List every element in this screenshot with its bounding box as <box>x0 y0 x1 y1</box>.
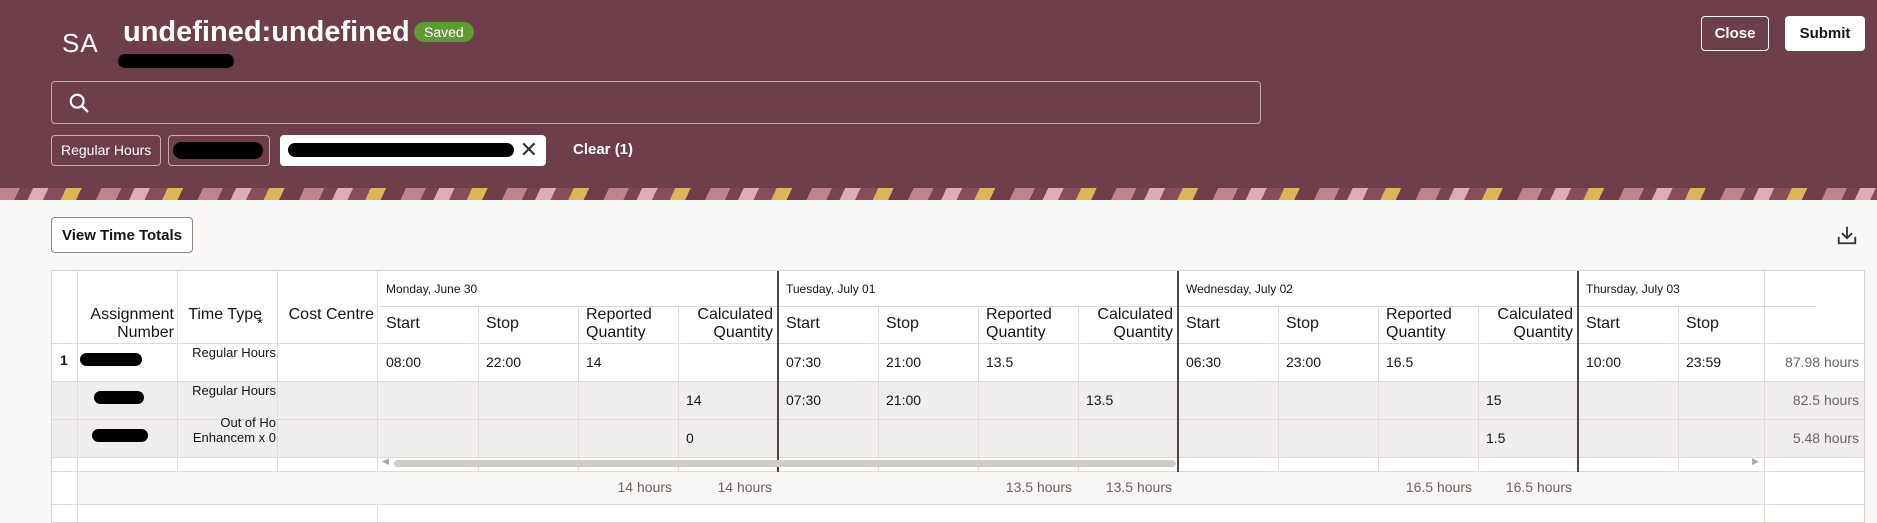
total-reported: 13.5 hours <box>1005 479 1072 495</box>
row-total: 82.5 hours <box>1792 392 1859 408</box>
calculated-cell: 0 <box>686 430 694 446</box>
col-header-calculated: Calculated Quantity <box>1497 306 1573 341</box>
col-header-calculated: Calculated Quantity <box>1097 306 1173 341</box>
scroll-right-arrow[interactable]: ▶ <box>1752 456 1759 467</box>
redacted-assignment <box>94 391 144 404</box>
col-header-start: Start <box>1586 315 1620 332</box>
scroll-left-arrow[interactable]: ◀ <box>382 456 389 467</box>
col-header-start: Start <box>1186 315 1220 332</box>
page-header: SA undefined:undefined Saved Close Submi… <box>0 0 1877 200</box>
search-icon <box>69 93 89 113</box>
col-header-assignment: Assignment Number <box>90 306 174 341</box>
stop-cell[interactable]: 21:00 <box>886 354 921 370</box>
total-calculated: 16.5 hours <box>1505 479 1572 495</box>
clear-filters-link[interactable]: Clear (1) <box>573 141 633 158</box>
calculated-cell: 14 <box>686 392 702 408</box>
row-number: 1 <box>60 352 68 368</box>
close-button[interactable]: Close <box>1701 16 1769 51</box>
col-header-stop: Stop <box>1286 315 1319 332</box>
total-calculated: 14 hours <box>717 479 772 495</box>
start-cell[interactable]: 08:00 <box>386 354 421 370</box>
stop-cell[interactable]: 21:00 <box>886 392 921 408</box>
col-header-start: Start <box>386 315 420 332</box>
submit-button[interactable]: Submit <box>1785 16 1865 51</box>
redacted-subtitle <box>118 54 234 68</box>
required-indicator: * <box>257 315 263 332</box>
stop-cell[interactable]: 23:59 <box>1686 354 1721 370</box>
col-header-time-type: Time Type <box>188 306 262 323</box>
day-header-thu: Thursday, July 03 <box>1586 282 1680 296</box>
page-title: undefined:undefined <box>123 16 410 48</box>
view-time-totals-button[interactable]: View Time Totals <box>51 217 193 253</box>
row-total: 87.98 hours <box>1785 354 1859 370</box>
filter-chip-regular-hours[interactable]: Regular Hours <box>51 135 162 166</box>
calculated-cell: 1.5 <box>1486 430 1506 446</box>
download-icon[interactable] <box>1836 224 1858 246</box>
col-header-reported: Reported Quantity <box>1386 306 1452 341</box>
total-reported: 14 hours <box>617 479 672 495</box>
filter-chip-redacted[interactable] <box>168 135 270 166</box>
col-header-reported: Reported Quantity <box>986 306 1052 341</box>
col-header-stop: Stop <box>486 315 519 332</box>
stop-cell[interactable]: 23:00 <box>1286 354 1321 370</box>
col-header-stop: Stop <box>886 315 919 332</box>
col-header-cost-centre: Cost Centre <box>288 306 374 323</box>
row-total: 5.48 hours <box>1792 430 1859 446</box>
avatar: SA <box>62 28 99 58</box>
redacted-assignment <box>80 353 142 366</box>
status-badge: Saved <box>414 22 474 42</box>
day-header-wed: Wednesday, July 02 <box>1186 282 1293 296</box>
start-cell[interactable]: 06:30 <box>1186 354 1221 370</box>
redacted-chip-text <box>173 142 263 159</box>
calculated-cell: 15 <box>1486 392 1502 408</box>
start-cell[interactable]: 07:30 <box>786 392 821 408</box>
stop-cell[interactable]: 22:00 <box>486 354 521 370</box>
time-type-cell[interactable]: Regular Hours <box>178 345 276 361</box>
timecard-grid: Monday, June 30 Tuesday, July 01 Wednesd… <box>51 270 1865 523</box>
day-header-tue: Tuesday, July 01 <box>786 282 876 296</box>
time-type-cell[interactable]: Regular Hours <box>178 383 276 399</box>
reported-cell[interactable]: 13.5 <box>986 354 1013 370</box>
day-header-mon: Monday, June 30 <box>386 282 478 296</box>
search-input[interactable] <box>51 81 1261 124</box>
filter-chip-selected[interactable]: ✕ <box>280 135 546 166</box>
decorative-banner <box>0 188 1877 200</box>
col-header-calculated: Calculated Quantity <box>697 306 773 341</box>
col-header-reported: Reported Quantity <box>586 306 652 341</box>
col-header-stop: Stop <box>1686 315 1719 332</box>
calculated-cell: 13.5 <box>1086 392 1114 408</box>
horizontal-scrollbar[interactable] <box>394 460 1176 467</box>
close-icon[interactable]: ✕ <box>520 139 538 161</box>
redacted-assignment <box>92 429 148 442</box>
col-header-start: Start <box>786 315 820 332</box>
reported-cell[interactable]: 14 <box>586 354 602 370</box>
total-reported: 16.5 hours <box>1405 479 1472 495</box>
start-cell[interactable]: 10:00 <box>1586 354 1621 370</box>
total-calculated: 13.5 hours <box>1105 479 1172 495</box>
time-type-cell[interactable]: Out of Ho Enhancem x 0 <box>178 415 276 455</box>
reported-cell[interactable]: 16.5 <box>1386 354 1413 370</box>
start-cell[interactable]: 07:30 <box>786 354 821 370</box>
redacted-chip-text <box>288 143 514 157</box>
